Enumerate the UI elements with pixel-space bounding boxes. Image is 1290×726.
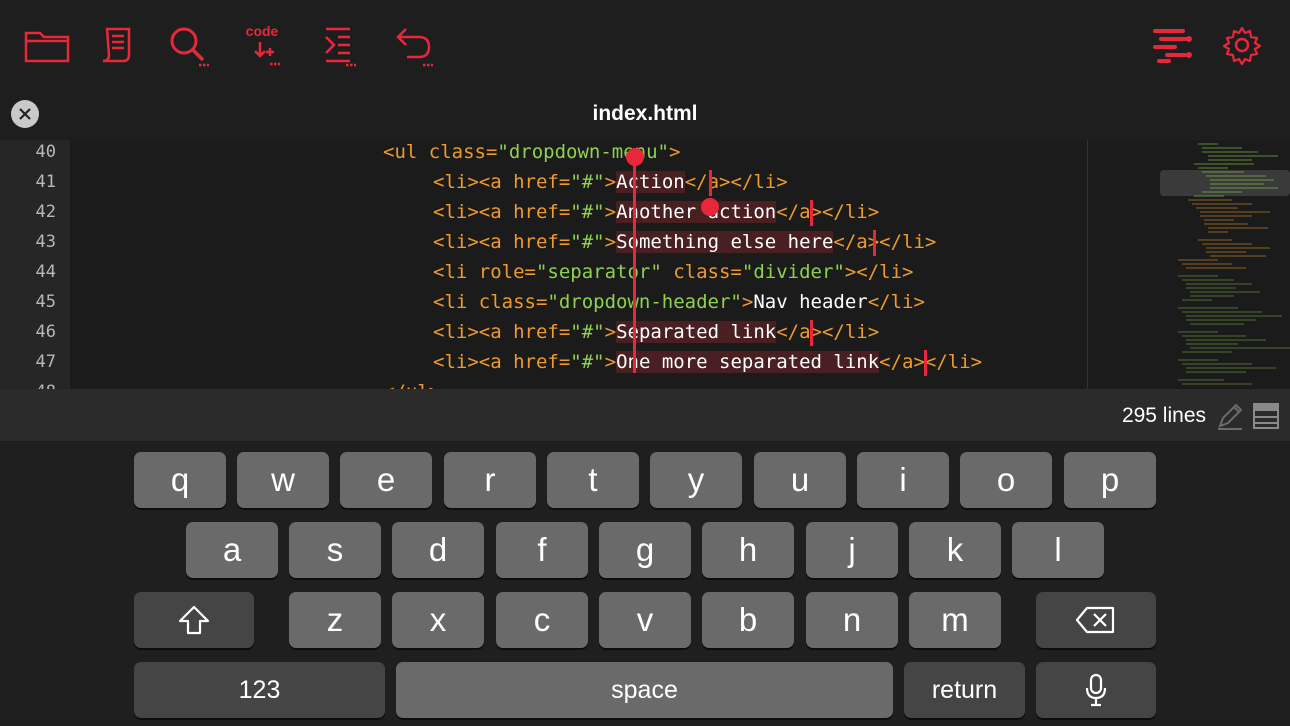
- key-a[interactable]: a: [186, 522, 278, 578]
- selected-text: Something else here: [616, 231, 834, 253]
- minimap[interactable]: [1158, 140, 1290, 389]
- line-number: 47: [35, 352, 56, 372]
- on-screen-keyboard: q w e r t y u i o p a s d f g h j k l z …: [0, 441, 1290, 726]
- key-b[interactable]: b: [702, 592, 794, 648]
- code-line[interactable]: <li class="dropdown-header">Nav header</…: [433, 287, 925, 317]
- key-k[interactable]: k: [909, 522, 1001, 578]
- search-icon[interactable]: [163, 20, 213, 70]
- code-line[interactable]: </ul>: [383, 377, 440, 389]
- split-view-icon[interactable]: [1252, 402, 1280, 430]
- key-t[interactable]: t: [547, 452, 639, 508]
- key-d[interactable]: d: [392, 522, 484, 578]
- shift-key[interactable]: [134, 592, 254, 648]
- code-line[interactable]: <li role="separator" class="divider"></l…: [433, 257, 913, 287]
- selection-start-handle[interactable]: [626, 148, 644, 166]
- shift-icon: [178, 605, 210, 635]
- file-title: index.html: [592, 102, 698, 125]
- backspace-icon: [1075, 606, 1115, 634]
- line-count: 295 lines: [1121, 404, 1206, 427]
- selected-text: Separated link: [616, 321, 777, 343]
- key-z[interactable]: z: [289, 592, 381, 648]
- selected-text: One more separated link: [616, 351, 880, 373]
- document-list-icon[interactable]: [92, 20, 142, 70]
- folder-icon[interactable]: [22, 20, 72, 70]
- line-number: 40: [35, 142, 56, 162]
- toolbar: code: [0, 0, 1290, 88]
- code-line[interactable]: <li><a href="#">Action</a></li>: [433, 167, 788, 197]
- line-number: 41: [35, 172, 56, 192]
- space-key[interactable]: space: [396, 662, 893, 718]
- line-number: 44: [35, 262, 56, 282]
- outline-icon[interactable]: [1148, 20, 1198, 70]
- indent-icon[interactable]: [313, 20, 363, 70]
- key-q[interactable]: q: [134, 452, 226, 508]
- selection-end-cursor: [924, 350, 927, 376]
- key-y[interactable]: y: [650, 452, 742, 508]
- code-insert-icon[interactable]: code: [237, 20, 287, 70]
- key-n[interactable]: n: [806, 592, 898, 648]
- selected-text: Another action: [616, 201, 777, 223]
- selection-end-cursor: [873, 230, 876, 256]
- key-s[interactable]: s: [289, 522, 381, 578]
- line-number-gutter: 40 41 42 43 44 45 46 47 48: [0, 140, 70, 389]
- key-i[interactable]: i: [857, 452, 949, 508]
- selection-end-cursor: [810, 200, 813, 226]
- minimap-divider: [1087, 140, 1088, 389]
- code-label: code: [245, 23, 279, 39]
- return-key[interactable]: return: [904, 662, 1025, 718]
- numbers-key[interactable]: 123: [134, 662, 385, 718]
- gear-icon[interactable]: [1217, 20, 1267, 70]
- code-editor[interactable]: 40 41 42 43 44 45 46 47 48 <ul class="dr…: [0, 140, 1290, 389]
- selection-end-cursor[interactable]: [709, 170, 712, 196]
- key-f[interactable]: f: [496, 522, 588, 578]
- line-number: 48: [0, 377, 56, 389]
- microphone-icon: [1085, 673, 1107, 707]
- pencil-icon[interactable]: [1216, 402, 1244, 430]
- key-r[interactable]: r: [444, 452, 536, 508]
- key-u[interactable]: u: [754, 452, 846, 508]
- code-line[interactable]: <li><a href="#">One more separated link<…: [433, 347, 982, 377]
- key-h[interactable]: h: [702, 522, 794, 578]
- line-number: 46: [35, 322, 56, 342]
- key-c[interactable]: c: [496, 592, 588, 648]
- delete-key[interactable]: [1036, 592, 1156, 648]
- key-j[interactable]: j: [806, 522, 898, 578]
- line-number: 45: [35, 292, 56, 312]
- key-l[interactable]: l: [1012, 522, 1104, 578]
- key-v[interactable]: v: [599, 592, 691, 648]
- selection-end-handle[interactable]: [701, 198, 719, 216]
- dictation-key[interactable]: [1036, 662, 1156, 718]
- key-e[interactable]: e: [340, 452, 432, 508]
- selection-start-cursor[interactable]: [633, 155, 636, 373]
- line-number: 42: [35, 202, 56, 222]
- code-line[interactable]: <li><a href="#">Something else here</a><…: [433, 227, 936, 257]
- key-w[interactable]: w: [237, 452, 329, 508]
- key-p[interactable]: p: [1064, 452, 1156, 508]
- selected-text: Action: [616, 171, 685, 193]
- key-o[interactable]: o: [960, 452, 1052, 508]
- line-number: 43: [35, 232, 56, 252]
- key-g[interactable]: g: [599, 522, 691, 578]
- key-x[interactable]: x: [392, 592, 484, 648]
- key-m[interactable]: m: [909, 592, 1001, 648]
- status-bar: [0, 389, 1290, 441]
- selection-end-cursor: [810, 320, 813, 346]
- undo-icon[interactable]: [388, 20, 438, 70]
